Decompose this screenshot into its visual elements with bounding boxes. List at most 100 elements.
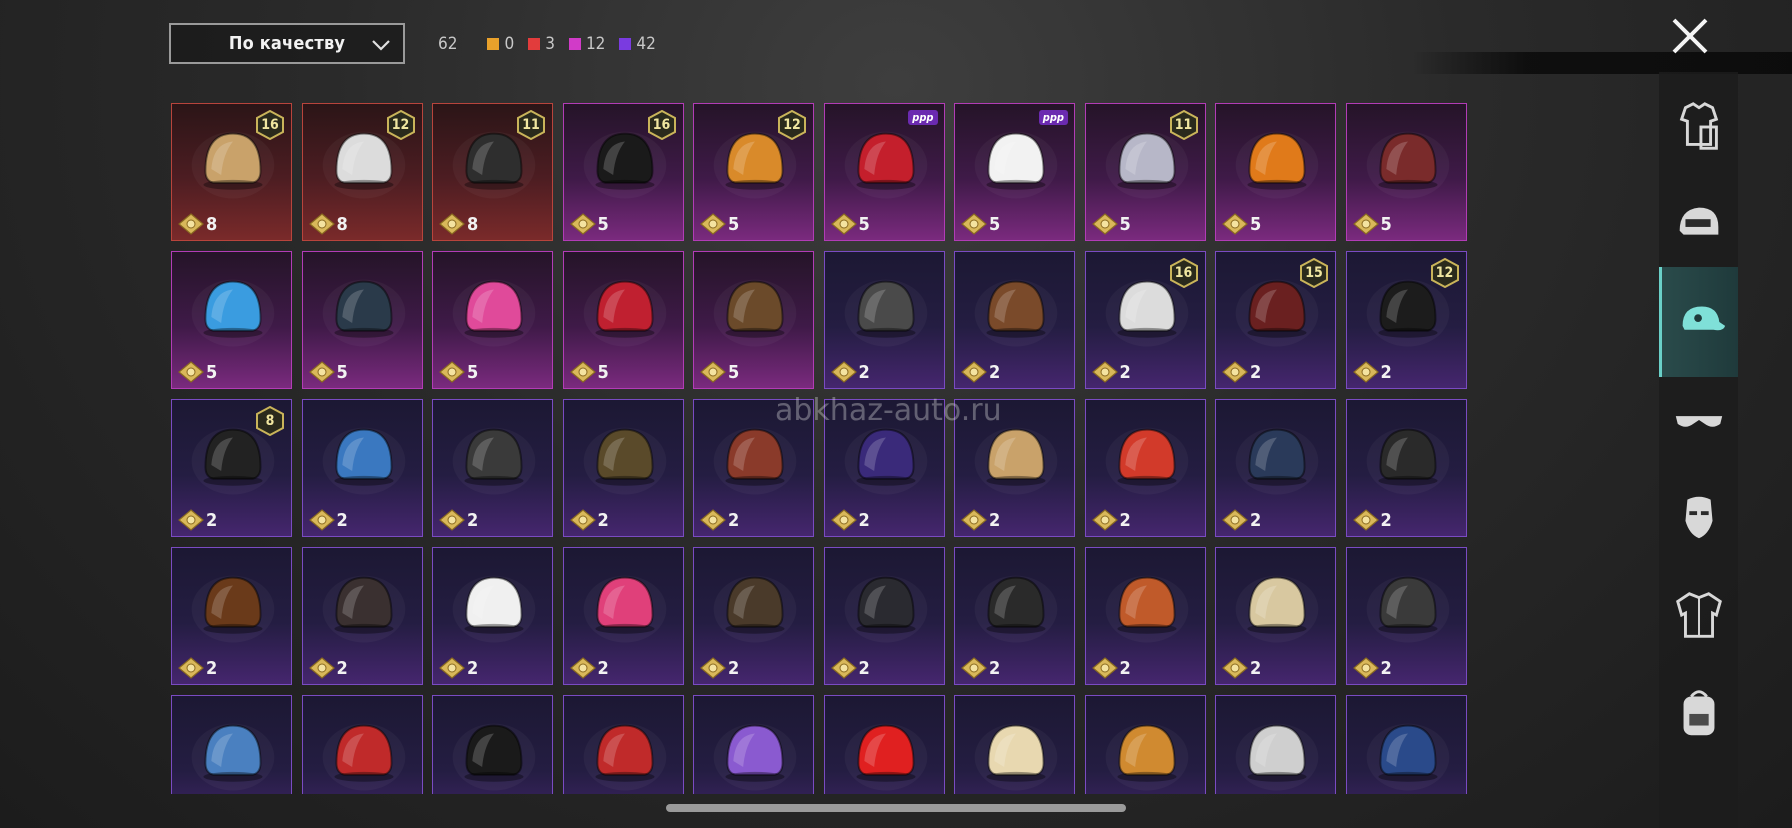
item-cost: 5 — [569, 213, 609, 235]
currency-coin-icon — [1091, 361, 1118, 383]
red-fedora-icon — [583, 723, 666, 791]
inventory-item-card[interactable]: 5 — [432, 251, 553, 389]
item-cost-value: 8 — [467, 213, 479, 235]
inventory-item-card[interactable]: 2 — [1345, 547, 1467, 685]
currency-coin-icon — [961, 361, 987, 383]
item-cost: 5 — [178, 361, 217, 383]
currency-coin-icon — [178, 509, 204, 531]
inventory-item-card[interactable]: 2 — [301, 399, 423, 537]
inventory-item-card[interactable]: 2 — [954, 251, 1075, 389]
level-badge-number: 12 — [783, 117, 801, 133]
sidebar-tab-helmet[interactable] — [1659, 170, 1738, 280]
black-top-hat-icon — [452, 723, 536, 791]
item-cost-value: 2 — [1250, 509, 1262, 531]
inventory-item-card[interactable] — [954, 695, 1075, 794]
inventory-item-card[interactable] — [1345, 695, 1467, 794]
item-cost-value: 2 — [989, 657, 1001, 679]
inventory-item-card[interactable]: 11 8 — [432, 103, 553, 241]
inventory-item-card[interactable]: 2 — [1215, 399, 1336, 537]
inventory-item-card[interactable]: 2 — [823, 251, 945, 389]
inventory-item-card[interactable]: 15 2 — [1215, 251, 1336, 389]
inventory-item-card[interactable]: 16 5 — [562, 103, 684, 241]
item-cost-value: 2 — [1250, 361, 1262, 383]
close-icon[interactable] — [1668, 14, 1712, 58]
item-cost-value: 2 — [336, 657, 348, 679]
inventory-item-card[interactable]: 12 2 — [1345, 251, 1467, 389]
currency-coin-icon — [439, 361, 465, 383]
currency-coin-icon — [178, 657, 204, 679]
item-cost: 2 — [569, 657, 609, 679]
sidebar-tab-backpack[interactable] — [1659, 657, 1738, 767]
inventory-item-card[interactable]: 2 — [432, 547, 553, 685]
item-cost: 2 — [830, 509, 870, 531]
item-cost: 5 — [439, 361, 478, 383]
item-cost: 5 — [961, 213, 1000, 235]
sidebar-tab-jacket[interactable] — [1659, 560, 1738, 670]
inventory-item-card[interactable]: 2 — [1084, 399, 1206, 537]
level-badge-number: 16 — [652, 117, 671, 133]
sort-dropdown[interactable]: По качеству — [169, 23, 405, 64]
item-cost: 2 — [178, 657, 217, 679]
sidebar-tab-cap[interactable] — [1659, 267, 1738, 377]
item-cost: 2 — [830, 361, 870, 383]
inventory-item-card[interactable] — [171, 695, 292, 794]
level-badge-number: 8 — [265, 413, 275, 429]
item-grid-viewport[interactable]: 16 8 12 8 11 8 16 5 12 5 ppp 5 ppp 5 11 5 5 5 5 5 5 5 5 2 2 16 2 15… — [171, 103, 1467, 794]
inventory-item-card[interactable]: 11 5 — [1084, 103, 1206, 241]
inventory-item-card[interactable]: 82 — [171, 399, 292, 537]
currency-coin-icon — [700, 213, 726, 235]
inventory-item-card[interactable]: 2 — [1345, 399, 1467, 537]
currency-coin-icon — [1352, 509, 1379, 531]
inventory-item-card[interactable]: 2 — [1215, 547, 1336, 685]
inventory-item-card[interactable]: 2 — [301, 547, 423, 685]
item-cost: 5 — [308, 361, 348, 383]
inventory-item-card[interactable]: 2 — [562, 547, 684, 685]
inventory-item-card[interactable]: 16 2 — [1084, 251, 1206, 389]
quality-count-value: 3 — [545, 34, 555, 54]
sidebar-tab-glasses[interactable] — [1659, 365, 1738, 475]
inventory-item-card[interactable]: 5 — [562, 251, 684, 389]
item-cost-value: 5 — [336, 361, 348, 383]
quality-count-value: 42 — [636, 34, 656, 54]
level-badge-number: 12 — [1435, 265, 1454, 281]
inventory-item-card[interactable] — [693, 695, 814, 794]
inventory-item-card[interactable]: 12 8 — [301, 103, 423, 241]
inventory-item-card[interactable]: 5 — [1345, 103, 1467, 241]
inventory-item-card[interactable] — [1215, 695, 1336, 794]
currency-coin-icon — [961, 213, 987, 235]
inventory-item-card[interactable] — [432, 695, 553, 794]
inventory-item-card[interactable]: 2 — [823, 547, 945, 685]
item-cost-value: 2 — [858, 657, 870, 679]
inventory-item-card[interactable]: ppp 5 — [823, 103, 945, 241]
inventory-item-card[interactable]: 5 — [301, 251, 423, 389]
inventory-item-card[interactable]: 2 — [1084, 547, 1206, 685]
inventory-item-card[interactable] — [562, 695, 684, 794]
inventory-item-card[interactable]: 2 — [693, 547, 814, 685]
currency-coin-icon — [308, 657, 335, 679]
inventory-item-card[interactable]: 5 — [171, 251, 292, 389]
chevron-down-icon — [372, 40, 390, 51]
sidebar-tab-face-mask[interactable] — [1659, 462, 1738, 572]
inventory-item-card[interactable]: 2 — [954, 547, 1075, 685]
item-cost: 5 — [1352, 213, 1392, 235]
item-cost: 2 — [1091, 361, 1131, 383]
inventory-item-card[interactable]: 12 5 — [693, 103, 814, 241]
inventory-item-card[interactable]: 5 — [1215, 103, 1336, 241]
inventory-item-card[interactable]: 2 — [171, 547, 292, 685]
backpack-icon — [1683, 690, 1714, 736]
inventory-item-card[interactable]: 2 — [432, 399, 553, 537]
inventory-item-card[interactable]: 16 8 — [171, 103, 292, 241]
inventory-item-card[interactable] — [1084, 695, 1206, 794]
sailor-cap-icon — [1366, 723, 1449, 791]
item-cost: 5 — [569, 361, 609, 383]
inventory-item-card[interactable] — [823, 695, 945, 794]
inventory-item-card[interactable]: ppp 5 — [954, 103, 1075, 241]
sidebar-tab-outfit[interactable] — [1659, 72, 1738, 182]
quality-swatch — [487, 38, 500, 50]
home-indicator[interactable] — [666, 804, 1126, 812]
item-cost: 2 — [439, 657, 478, 679]
inventory-item-card[interactable]: 2 — [562, 399, 684, 537]
inventory-item-card[interactable] — [301, 695, 423, 794]
currency-coin-icon — [830, 509, 857, 531]
inventory-item-card[interactable]: 5 — [693, 251, 814, 389]
